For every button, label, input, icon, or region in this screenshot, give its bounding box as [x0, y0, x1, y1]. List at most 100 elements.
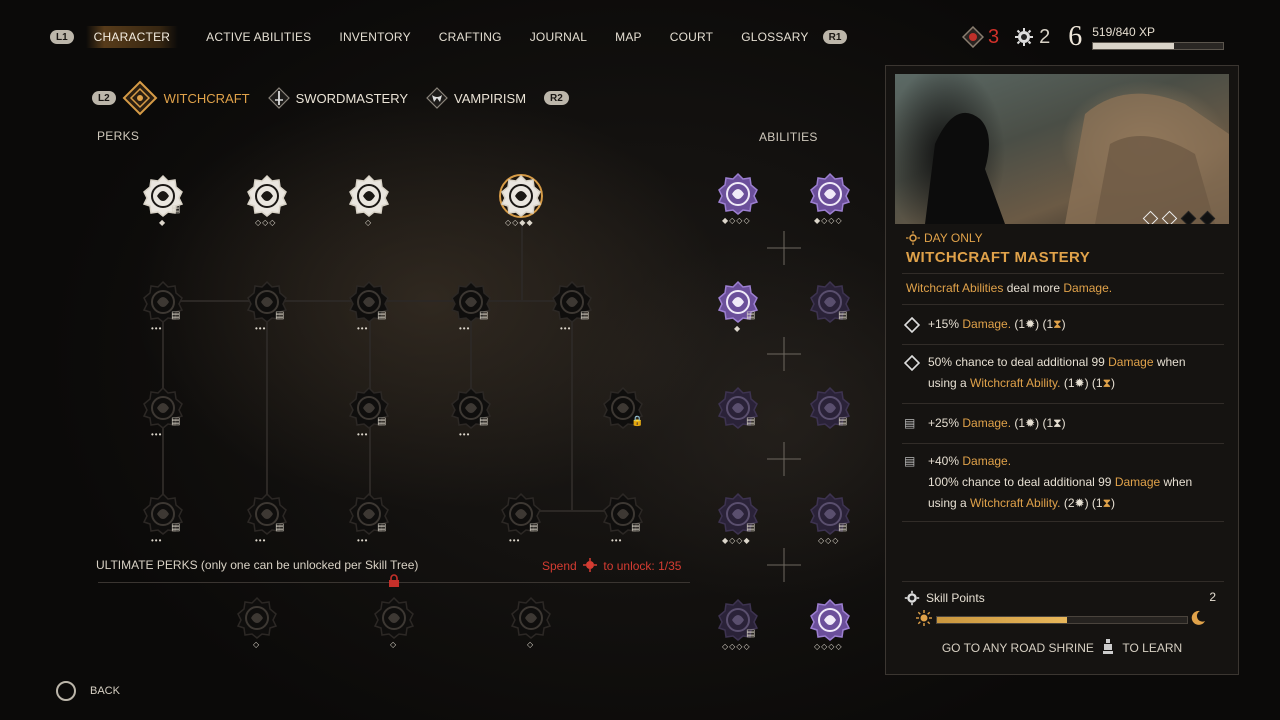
back-button[interactable]: BACK [56, 681, 120, 701]
shrine-hint-post: TO LEARN [1122, 641, 1183, 655]
diamond-icon [904, 355, 920, 371]
ability-node[interactable] [808, 598, 852, 642]
tab-inventory[interactable]: INVENTORY [339, 30, 410, 44]
spend-suffix: to unlock: 1/35 [603, 559, 682, 573]
book-icon: ▤ [377, 522, 387, 533]
hourglass-icon: ⧗ [1053, 416, 1062, 430]
ultimate-perk-node[interactable] [372, 596, 416, 640]
tree-tab-witchcraft[interactable]: WITCHCRAFT [122, 80, 250, 116]
upgrade-value: using a [928, 376, 971, 390]
skill-point-icon: ✹ [1025, 416, 1036, 430]
upgrade-pips: ◆◇◇◇ [722, 216, 751, 225]
upgrade-keyword: Witchcraft Ability. [970, 376, 1061, 390]
divider [902, 403, 1224, 404]
perk-node-witchcraft-mastery[interactable] [499, 174, 543, 218]
upgrade-pips: ◇◇◇ [255, 218, 277, 227]
tab-map[interactable]: MAP [615, 30, 642, 44]
skill-description: Witchcraft Abilities deal more Damage. [906, 278, 1112, 298]
upgrade-value: 100% chance to deal additional 99 [928, 475, 1115, 489]
divider [902, 443, 1224, 444]
book-icon: ▤ [904, 416, 916, 430]
preview-page-indicator [1137, 210, 1216, 224]
l1-button-hint[interactable]: L1 [50, 30, 74, 44]
sword-icon [267, 87, 290, 109]
tab-journal[interactable]: JOURNAL [530, 30, 587, 44]
book-icon: ▤ [275, 522, 285, 533]
upgrade-pips: ◆ [159, 218, 167, 227]
upgrade-pips: ••• [151, 430, 163, 439]
l2-button-hint[interactable]: L2 [92, 91, 116, 105]
upgrade-pips: ••• [509, 536, 521, 545]
skill-tree-tabs: L2 WITCHCRAFT SWORDMASTERY VAMPIRISM R2 [92, 80, 569, 116]
upgrade-pips: ◇ [253, 640, 261, 649]
upgrade-pips: ••• [255, 536, 267, 545]
blood-cost: 1 [1095, 376, 1103, 390]
currency-bar: 3 2 6 519/840 XP [962, 21, 1225, 52]
tab-crafting[interactable]: CRAFTING [439, 30, 502, 44]
divider [902, 304, 1224, 305]
ability-node[interactable] [808, 172, 852, 216]
tree-connector [521, 220, 523, 300]
blood-point-count: 3 [988, 25, 1000, 48]
r1-button-hint[interactable]: R1 [822, 30, 848, 44]
preview-page-dot[interactable] [1142, 210, 1159, 224]
spend-prefix: Spend [542, 559, 577, 573]
skill-points-label-row: Skill Points [904, 590, 985, 606]
tab-glossary[interactable]: GLOSSARY [741, 30, 808, 44]
book-icon: ▤ [275, 310, 285, 321]
book-icon: ▤ [580, 310, 590, 321]
divider [902, 581, 1224, 582]
tree-tab-vampirism[interactable]: VAMPIRISM [426, 87, 526, 109]
skill-title: WITCHCRAFT MASTERY [906, 249, 1091, 266]
skill-point-cost: 2 [1067, 496, 1075, 510]
upgrade-text: 50% chance to deal additional 99 Damage … [928, 355, 1186, 390]
lock-icon: 🔒 [631, 416, 644, 427]
hourglass-icon: ⧗ [1053, 317, 1062, 331]
perk-node[interactable] [347, 174, 391, 218]
skill-detail-panel: DAY ONLY WITCHCRAFT MASTERY Witchcraft A… [885, 65, 1239, 675]
ability-node[interactable] [716, 172, 760, 216]
upgrade-text: +25% Damage. (1✹) (1⧗) [928, 416, 1066, 430]
upgrade-pips: ◇◇◇◇ [814, 642, 843, 651]
upgrade-pips: ◆◇◇◆ [722, 536, 751, 545]
upgrade-value: when [1153, 355, 1186, 369]
preview-page-dot[interactable] [1199, 210, 1216, 224]
upgrade-keyword: Damage. [962, 454, 1012, 468]
upgrade-value: 50% chance to deal additional 99 [928, 355, 1109, 369]
vampire-fang-icon [426, 87, 448, 109]
desc-text: deal more [1003, 281, 1064, 295]
ultimate-perk-node[interactable] [509, 596, 553, 640]
book-icon: ▤ [171, 310, 181, 321]
sun-icon [906, 231, 920, 245]
upgrade-pips: ◆◇◇◇ [814, 216, 843, 225]
blood-cost: 1 [1095, 496, 1103, 510]
upgrade-pips: ••• [611, 536, 623, 545]
skill-points-value: 2 [1209, 590, 1216, 604]
skill-points-label: Skill Points [926, 591, 985, 605]
upgrade-pips: ••• [151, 536, 163, 545]
tree-tab-swordmastery[interactable]: SWORDMASTERY [267, 87, 408, 109]
upgrade-text: +40% Damage. 100% chance to deal addition… [928, 454, 1193, 510]
upgrade-value: +25% [928, 416, 963, 430]
r2-button-hint[interactable]: R2 [544, 91, 569, 105]
shrine-icon [1103, 639, 1114, 654]
preview-page-dot[interactable] [1180, 210, 1197, 224]
tab-court[interactable]: COURT [670, 30, 713, 44]
upgrade-pips: ••• [357, 430, 369, 439]
shrine-hint-pre: GO TO ANY ROAD SHRINE [941, 641, 1094, 655]
preview-page-dot[interactable] [1161, 210, 1178, 224]
ultimate-perk-node[interactable] [235, 596, 279, 640]
upgrade-keyword: Damage [1108, 355, 1154, 369]
tab-character[interactable]: CHARACTER [85, 26, 179, 48]
ability-row-separator-icon [767, 337, 801, 371]
upgrade-pips: ◇ [365, 218, 373, 227]
red-skill-point-icon [583, 558, 598, 572]
witchcraft-icon [122, 80, 158, 116]
tab-active-abilities[interactable]: ACTIVE ABILITIES [206, 30, 311, 44]
upgrade-pips: ••• [357, 324, 369, 333]
perk-node[interactable] [245, 174, 289, 218]
book-icon: ▤ [838, 416, 848, 427]
skill-point-count: 2 [1039, 25, 1051, 48]
book-icon: ▤ [746, 416, 756, 427]
upgrade-pips: ◇◇◇ [818, 536, 840, 545]
